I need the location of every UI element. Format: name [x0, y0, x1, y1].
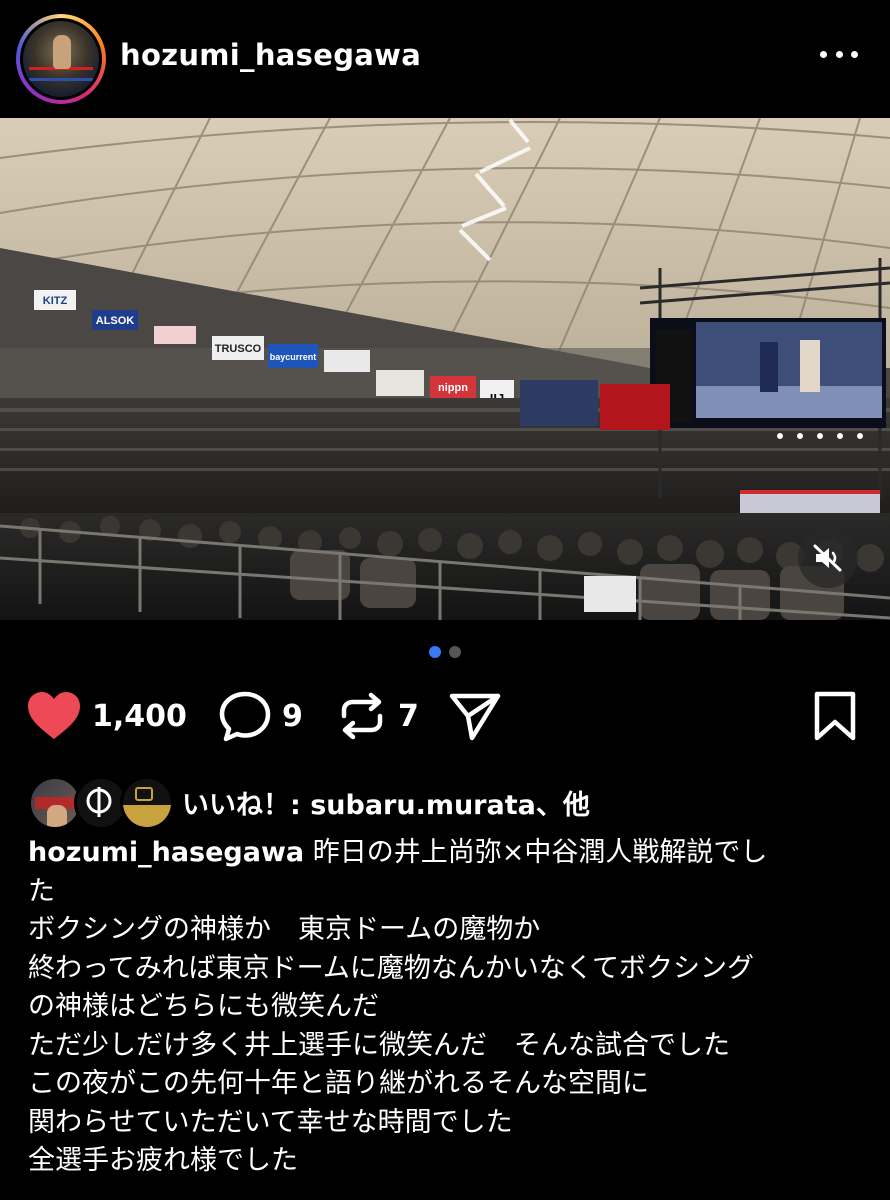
sign-baycurrent: baycurrent	[270, 352, 317, 362]
caption-line: 全選手お疲れ様でした	[28, 1145, 298, 1176]
comment-count[interactable]: 9	[282, 699, 303, 734]
caption-line: た	[28, 875, 55, 907]
carousel-indicator	[0, 646, 890, 658]
post-actions: 1,400 9 7	[0, 688, 890, 744]
repost-icon[interactable]	[336, 690, 388, 742]
liked-by-avatars[interactable]	[28, 774, 178, 830]
speaker-muted-icon	[813, 544, 842, 572]
avatar-figure	[53, 35, 71, 69]
carousel-dot-active	[429, 646, 441, 658]
carousel-dot	[449, 646, 461, 658]
like-action[interactable]: 1,400	[26, 688, 187, 744]
liked-by[interactable]: いいね！: subaru.murata、他	[28, 772, 590, 832]
profile-avatar[interactable]	[16, 14, 106, 104]
comment-action[interactable]: 9	[218, 688, 303, 744]
liked-by-avatar[interactable]	[120, 776, 174, 830]
send-icon[interactable]	[448, 690, 502, 742]
avatar-image	[23, 21, 99, 97]
caption-line: 関わらせていただいて幸せな時間でした	[28, 1106, 513, 1138]
sign-nippn: nippn	[438, 382, 468, 394]
caption-line: この夜がこの先何十年と語り継がれるそんな空間に	[28, 1068, 649, 1099]
sign-trusco: TRUSCO	[215, 343, 262, 355]
avatar-frame	[20, 18, 102, 100]
caption-username[interactable]: hozumi_hasegawa	[28, 837, 304, 868]
brand-logo-icon	[86, 787, 112, 817]
repost-action[interactable]: 7	[336, 688, 419, 744]
share-action[interactable]	[448, 688, 502, 744]
caption-first-line: hozumi_hasegawa 昨日の井上尚弥×中谷潤人戦解説でし	[28, 834, 858, 873]
sign-alsok: ALSOK	[96, 315, 135, 327]
post-header: hozumi_hasegawa	[0, 0, 890, 118]
avatar-ring-ropes	[29, 67, 93, 81]
post-username[interactable]: hozumi_hasegawa	[120, 38, 421, 72]
liked-by-text[interactable]: いいね！: subaru.murata、他	[182, 783, 590, 822]
post-caption: hozumi_hasegawa 昨日の井上尚弥×中谷潤人戦解説でし た ボクシン…	[28, 834, 858, 1181]
repost-count[interactable]: 7	[398, 699, 419, 734]
caption-line: ボクシングの神様か 東京ドームの魔物か	[28, 914, 541, 945]
caption-line: 終わってみれば東京ドームに魔物なんかいなくてボクシング	[28, 952, 755, 984]
caption-line: ただ少しだけ多く井上選手に微笑んだ そんな試合でした	[28, 1029, 730, 1061]
save-action[interactable]	[812, 688, 858, 744]
more-horizontal-icon[interactable]	[820, 44, 858, 64]
arena-image: KITZ ALSOK TRUSCO baycurrent nippn IIJ	[0, 118, 890, 620]
heart-filled-icon[interactable]	[26, 691, 82, 741]
comment-icon[interactable]	[218, 690, 272, 742]
mute-button[interactable]	[798, 528, 858, 588]
like-count[interactable]: 1,400	[92, 699, 187, 734]
caption-text: 昨日の井上尚弥×中谷潤人戦解説でし	[304, 837, 768, 868]
bookmark-icon[interactable]	[812, 690, 858, 742]
caption-line: の神様はどちらにも微笑んだ	[28, 991, 379, 1022]
post-media-video[interactable]: KITZ ALSOK TRUSCO baycurrent nippn IIJ	[0, 118, 890, 620]
sign-kitz: KITZ	[43, 295, 68, 307]
